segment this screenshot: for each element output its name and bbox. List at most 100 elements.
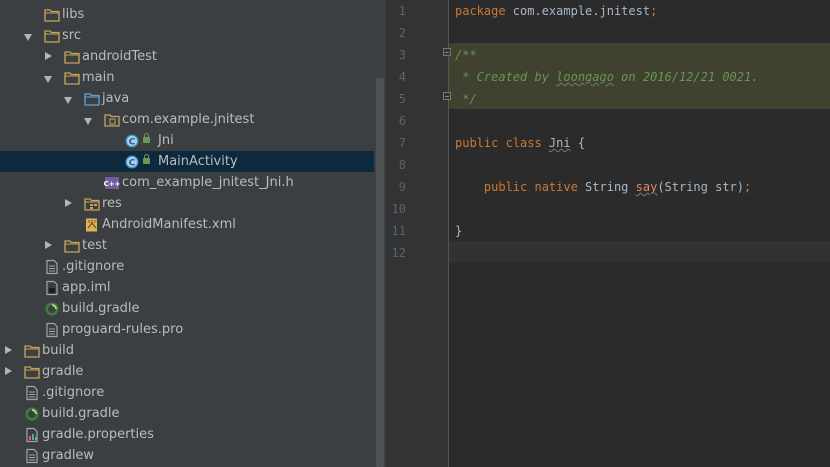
tree-item-label: main	[82, 70, 115, 85]
tree-item-label: build.gradle	[62, 301, 140, 316]
tree-item-label: androidTest	[82, 49, 157, 64]
line-number: 1	[398, 4, 406, 18]
collapse-arrow-icon[interactable]	[5, 367, 12, 375]
code-line[interactable]: public native String say(String str);	[455, 176, 751, 198]
code-token: /**	[455, 48, 477, 62]
tree-item[interactable]: java	[0, 88, 374, 109]
caret-line-highlight	[449, 241, 830, 262]
tree-item[interactable]: build	[0, 340, 374, 361]
project-scrollbar[interactable]	[374, 0, 386, 467]
tree-item[interactable]: build.gradle	[0, 298, 374, 319]
gutter-divider	[448, 0, 449, 467]
tree-item[interactable]: build.gradle	[0, 403, 374, 424]
text-file-icon	[46, 322, 58, 338]
tree-item[interactable]: main	[0, 67, 374, 88]
collapse-arrow-icon[interactable]	[45, 241, 52, 249]
line-number: 3	[398, 48, 406, 62]
class-icon: C	[125, 134, 139, 148]
collapse-arrow-icon[interactable]	[65, 199, 72, 207]
tree-item[interactable]: com.example.jnitest	[0, 109, 374, 130]
code-token: }	[455, 224, 463, 238]
class-icon: C	[125, 155, 139, 169]
folder-icon	[44, 9, 60, 22]
code-token: ;	[650, 4, 658, 18]
tree-item-label: gradle	[42, 364, 84, 379]
tree-item-label: AndroidManifest.xml	[102, 217, 236, 232]
code-token: */	[455, 92, 477, 106]
text-file-icon	[46, 259, 58, 275]
code-token: ;	[744, 180, 752, 194]
tree-item-label: .gitignore	[62, 259, 125, 274]
code-line[interactable]: */	[455, 88, 477, 110]
code-line[interactable]: }	[455, 220, 462, 242]
gradle-icon	[25, 407, 39, 421]
fold-end-icon[interactable]	[443, 92, 451, 100]
folder-icon	[64, 240, 80, 253]
code-line[interactable]: public class Jni {	[455, 132, 585, 154]
properties-file-icon	[26, 427, 38, 443]
tree-item[interactable]: C Jni	[0, 130, 374, 151]
folder-icon	[64, 72, 80, 85]
tree-item[interactable]: gradle	[0, 361, 374, 382]
tree-item-label: Jni	[158, 133, 174, 148]
svg-text:C: C	[129, 159, 136, 169]
tree-item[interactable]: src	[0, 25, 374, 46]
tree-item[interactable]: C MainActivity	[0, 151, 386, 172]
code-token: com.example.jnitest	[512, 4, 651, 18]
tree-item-label: gradlew	[42, 448, 95, 463]
tree-item[interactable]: .gitignore	[0, 256, 374, 277]
code-token: * Created by	[455, 70, 557, 84]
line-number: 9	[398, 180, 406, 194]
tree-item[interactable]: xml AndroidManifest.xml	[0, 214, 374, 235]
line-number: 8	[398, 158, 406, 172]
cpp-header-icon: C++	[104, 177, 120, 189]
text-file-icon	[26, 385, 38, 401]
tree-item[interactable]: res	[0, 193, 374, 214]
tree-item-label: proguard-rules.pro	[62, 322, 184, 337]
lock-icon	[143, 154, 150, 164]
tree-item-label: res	[102, 196, 122, 211]
fold-start-icon[interactable]	[443, 48, 451, 56]
line-number: 11	[391, 224, 406, 238]
collapse-arrow-icon[interactable]	[5, 346, 12, 354]
tree-item-label: src	[62, 28, 81, 43]
tree-item[interactable]: gradlew	[0, 445, 374, 466]
tree-item-label: MainActivity	[158, 154, 238, 169]
code-token: package	[455, 4, 513, 18]
code-line[interactable]: /**	[455, 44, 477, 66]
text-file-icon	[26, 448, 38, 464]
code-token: (String str)	[657, 180, 745, 194]
code-line[interactable]: package com.example.jnitest;	[455, 0, 657, 22]
code-token: loongago	[556, 70, 614, 84]
folder-icon	[44, 30, 60, 43]
collapse-arrow-icon[interactable]	[45, 52, 52, 60]
code-line[interactable]: * Created by loongago on 2016/12/21 0021…	[455, 66, 758, 88]
tree-item[interactable]: C++ com_example_jnitest_Jni.h	[0, 172, 374, 193]
expand-arrow-icon[interactable]	[44, 76, 52, 83]
code-token: {	[570, 136, 586, 150]
tree-item[interactable]: app.iml	[0, 277, 374, 298]
tree-item[interactable]: .gitignore	[0, 382, 374, 403]
tree-item[interactable]: libs	[0, 4, 374, 25]
source-folder-icon	[84, 93, 100, 106]
code-token: say	[635, 180, 658, 194]
folder-icon	[64, 51, 80, 64]
tree-item-label: build.gradle	[42, 406, 120, 421]
xml-manifest-icon: xml	[86, 218, 97, 232]
expand-arrow-icon[interactable]	[24, 34, 32, 41]
code-token: on 2016/12/21 0021.	[613, 70, 759, 84]
tree-item[interactable]: androidTest	[0, 46, 374, 67]
folder-icon	[24, 366, 40, 379]
tree-item[interactable]: gradle.properties	[0, 424, 374, 445]
tree-item[interactable]: test	[0, 235, 374, 256]
tree-item-label: .gitignore	[42, 385, 105, 400]
tree-item[interactable]: proguard-rules.pro	[0, 319, 374, 340]
line-number: 4	[398, 70, 406, 84]
code-token: public native	[455, 180, 586, 194]
svg-text:C: C	[129, 138, 136, 148]
tree-item-label: test	[82, 238, 107, 253]
project-scroll-thumb[interactable]	[376, 78, 384, 467]
expand-arrow-icon[interactable]	[64, 97, 72, 104]
expand-arrow-icon[interactable]	[84, 118, 92, 125]
project-tree-panel[interactable]: libs src androidTest main java com.example.jn…	[0, 0, 386, 467]
